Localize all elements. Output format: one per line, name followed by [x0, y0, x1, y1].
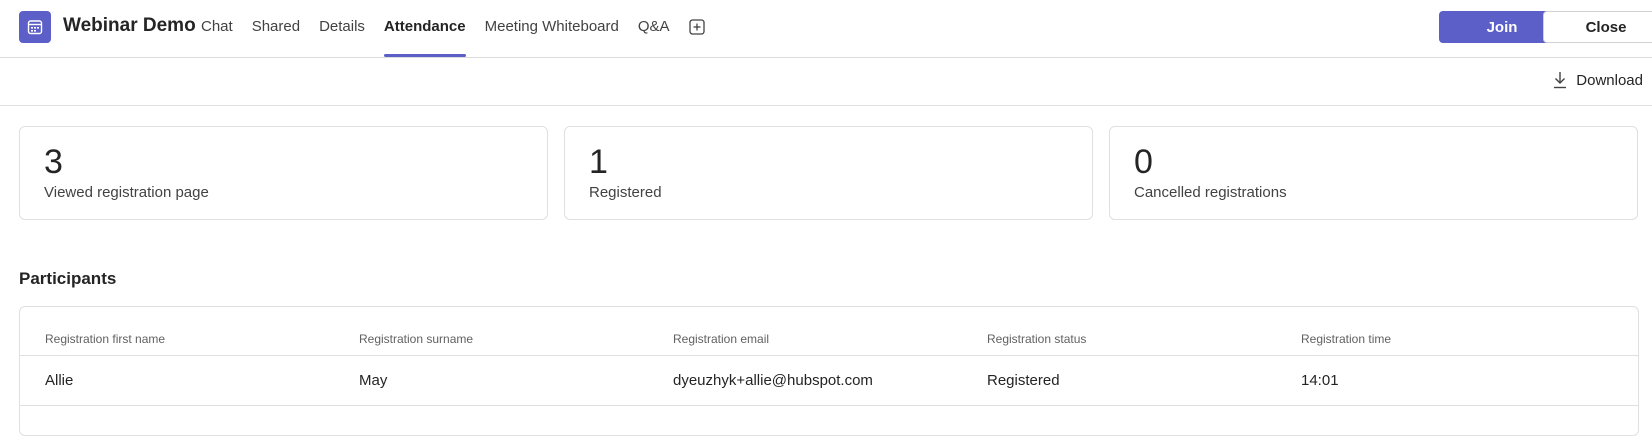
column-header[interactable]: Registration first name	[45, 332, 165, 346]
column-header[interactable]: Registration surname	[359, 332, 473, 346]
cell-surname: May	[359, 372, 388, 389]
tab-chat[interactable]: Chat	[201, 0, 233, 58]
calendar-icon	[19, 11, 51, 43]
column-header[interactable]: Registration status	[987, 332, 1086, 346]
stat-card-registered: 1 Registered	[564, 126, 1093, 220]
cell-status: Registered	[987, 372, 1060, 389]
cell-email: dyeuzhyk+allie@hubspot.com	[673, 372, 873, 389]
tab-bar: Chat Shared Details Attendance Meeting W…	[201, 0, 707, 58]
add-tab-icon[interactable]	[688, 19, 707, 37]
participants-table: Registration first name Registration sur…	[19, 306, 1639, 436]
tab-details[interactable]: Details	[319, 0, 365, 58]
tab-attendance[interactable]: Attendance	[383, 0, 466, 58]
cell-first-name: Allie	[45, 372, 74, 389]
participants-heading: Participants	[19, 269, 117, 288]
cell-time: 14:01	[1301, 372, 1339, 389]
stat-card-cancelled: 0 Cancelled registrations	[1109, 126, 1638, 220]
stat-value: 1	[589, 143, 608, 181]
download-button[interactable]: Download	[1552, 71, 1643, 89]
top-bar: Webinar Demo Chat Shared Details Attenda…	[0, 0, 1652, 58]
tab-qa[interactable]: Q&A	[638, 0, 670, 58]
stat-label: Registered	[589, 184, 662, 201]
table-row[interactable]: Allie May dyeuzhyk+allie@hubspot.com Reg…	[20, 356, 1638, 406]
download-label: Download	[1576, 71, 1643, 89]
close-button[interactable]: Close	[1543, 11, 1652, 43]
table-header: Registration first name Registration sur…	[20, 307, 1638, 356]
toolbar: Download	[0, 58, 1652, 106]
stat-value: 0	[1134, 143, 1153, 181]
stat-value: 3	[44, 143, 63, 181]
download-icon	[1554, 72, 1567, 89]
tab-meeting-whiteboard[interactable]: Meeting Whiteboard	[485, 0, 619, 58]
stat-card-viewed: 3 Viewed registration page	[19, 126, 548, 220]
tab-shared[interactable]: Shared	[252, 0, 300, 58]
stat-label: Viewed registration page	[44, 184, 209, 201]
page-title: Webinar Demo	[63, 15, 196, 36]
column-header[interactable]: Registration time	[1301, 332, 1391, 346]
stat-label: Cancelled registrations	[1134, 184, 1287, 201]
column-header[interactable]: Registration email	[673, 332, 769, 346]
